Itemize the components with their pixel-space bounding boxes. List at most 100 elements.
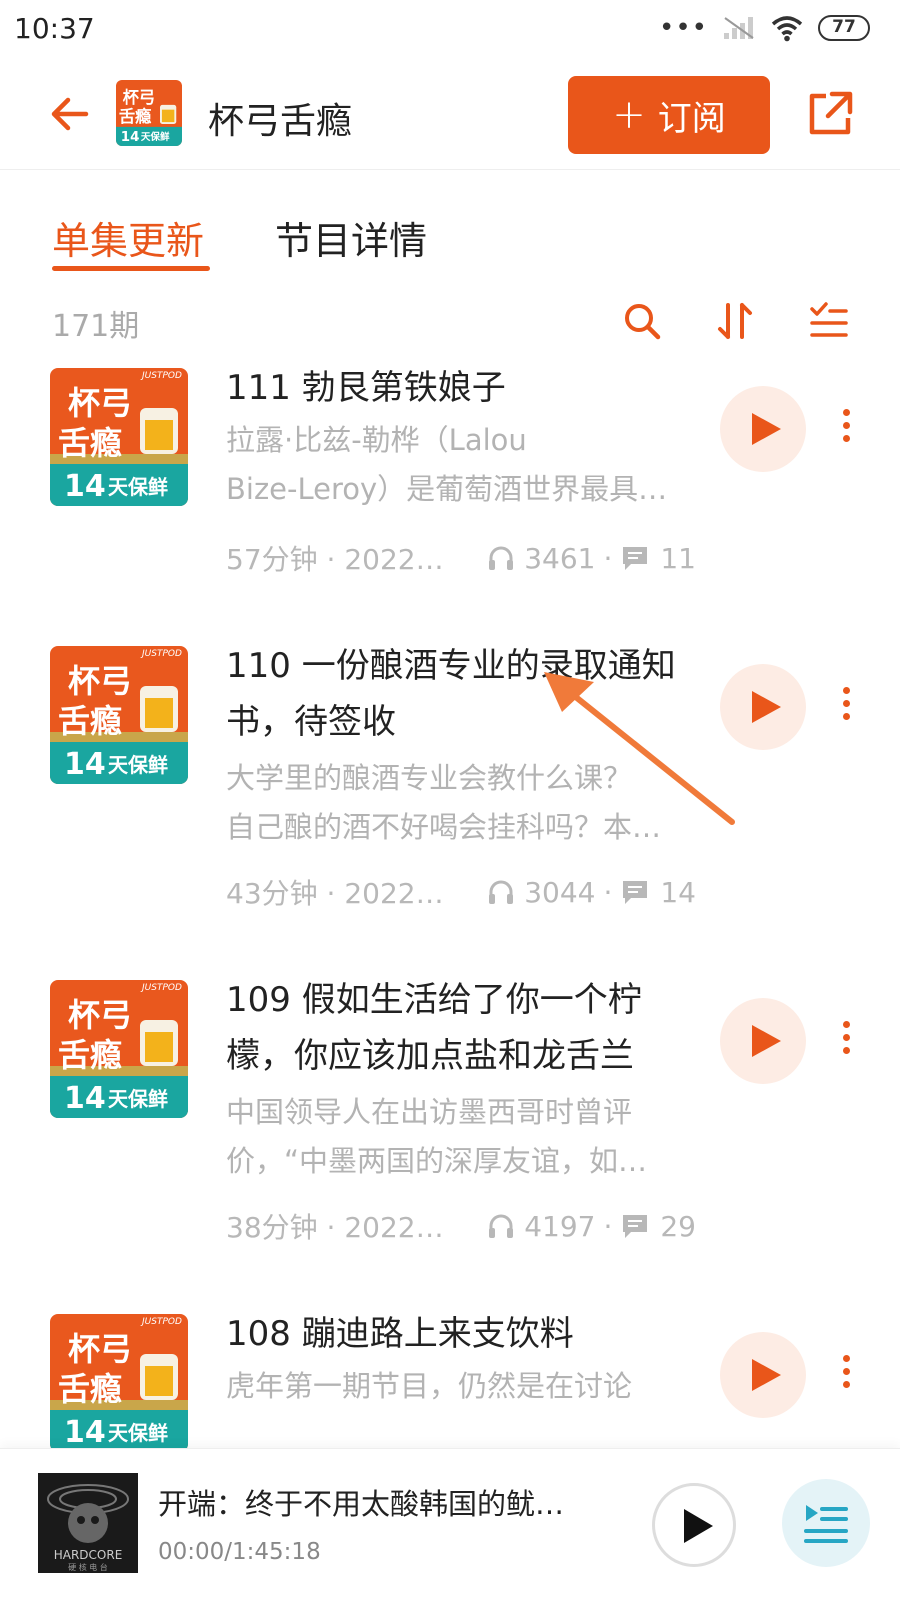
episode-cover: JUSTPOD 杯弓 舌瘾 14 天保鲜 (50, 980, 188, 1118)
episode-item[interactable]: JUSTPOD 杯弓 舌瘾 14 天保鲜 110 一份酿酒专业的录取通知书，待签… (0, 638, 900, 928)
more-options-icon[interactable] (836, 404, 856, 454)
share-icon[interactable] (804, 88, 856, 140)
episode-cover: JUSTPOD 杯弓 舌瘾 14 天保鲜 (50, 646, 188, 784)
subscribe-label: 订阅 (657, 98, 726, 139)
mini-player-play-button[interactable] (652, 1483, 736, 1567)
headphones-icon (489, 880, 514, 904)
more-options-icon[interactable] (836, 682, 856, 732)
description-line: Bize-Leroy）是葡萄酒世界最具… (226, 472, 668, 506)
notification-dots: ••• (658, 13, 708, 43)
cellular-signal-icon (724, 17, 754, 39)
episode-cover: JUSTPOD 杯弓 舌瘾 14 天保鲜 (50, 1314, 188, 1448)
play-icon (752, 691, 781, 723)
svg-text:14: 14 (64, 1081, 106, 1116)
svg-text:舌瘾: 舌瘾 (58, 1370, 122, 1408)
search-icon[interactable] (620, 299, 664, 343)
svg-text:HARDCORE: HARDCORE (54, 1548, 123, 1562)
more-options-icon[interactable] (836, 1016, 856, 1066)
duration-date: 38分钟 · 2022/0… (226, 1211, 451, 1244)
comment-icon (623, 547, 648, 570)
svg-text:舌瘾: 舌瘾 (58, 424, 122, 462)
play-button[interactable] (720, 386, 806, 472)
mini-player[interactable]: HARDCORE 硬 核 电 台 开端：终于不用太酸韩国的鱿… 00:00/1:… (0, 1448, 900, 1600)
back-arrow-icon[interactable] (46, 90, 94, 138)
podcast-cover-thumbnail: 杯弓 舌瘾 14 天保鲜 (116, 80, 182, 146)
duration-date: 43分钟 · 2022/0… (226, 877, 451, 910)
comment-count: 14 (660, 875, 696, 909)
now-playing-cover: HARDCORE 硬 核 电 台 (38, 1473, 138, 1573)
play-icon (752, 1025, 781, 1057)
play-button[interactable] (720, 1332, 806, 1418)
svg-text:杯弓: 杯弓 (68, 996, 132, 1034)
svg-text:JUSTPOD: JUSTPOD (140, 983, 182, 993)
svg-text:天保鲜: 天保鲜 (108, 1421, 168, 1445)
play-icon (752, 413, 781, 445)
play-icon (684, 1509, 713, 1543)
svg-text:杯弓: 杯弓 (68, 384, 132, 422)
svg-text:天保鲜: 天保鲜 (108, 1087, 168, 1111)
playlist-button[interactable] (782, 1479, 870, 1567)
duration-date: 57分钟 · 2022/0… (226, 543, 451, 576)
svg-text:杯弓: 杯弓 (68, 662, 132, 700)
svg-text:舌瘾: 舌瘾 (119, 107, 152, 126)
svg-text:14: 14 (64, 747, 106, 782)
svg-text:天保鲜: 天保鲜 (141, 131, 170, 143)
playlist-icon (804, 1505, 848, 1543)
podcast-title: 杯弓舌瘾 (208, 101, 353, 142)
play-icon (752, 1359, 781, 1391)
tab-episodes[interactable]: 单集更新 (52, 210, 204, 265)
play-count: 3461 (524, 541, 596, 575)
description-line: 虎年第一期节目，仍然是在讨论 (226, 1369, 633, 1403)
comment-count: 11 (660, 541, 696, 575)
episode-meta: 43分钟 · 2022/0… 3044 · 14 (226, 872, 696, 912)
episode-description: 大学里的酿酒专业会教什么课？ 自己酿的酒不好喝会挂科吗？本… (226, 754, 686, 852)
comment-icon (623, 881, 648, 904)
tab-details[interactable]: 节目详情 (275, 210, 427, 265)
sort-icon[interactable] (714, 299, 758, 343)
description-line: 价，“中墨两国的深厚友谊，如… (226, 1144, 648, 1178)
list-toolbar: 171期 (0, 295, 900, 355)
episode-title: 109 假如生活给了你一个柠檬，你应该加点盐和龙舌兰 (226, 980, 642, 1076)
svg-text:14: 14 (64, 1415, 106, 1448)
headphones-icon (489, 546, 514, 570)
comment-icon (623, 1215, 648, 1238)
svg-text:舌瘾: 舌瘾 (58, 702, 122, 740)
play-button[interactable] (720, 664, 806, 750)
batch-select-icon[interactable] (806, 299, 850, 343)
episode-cover: JUSTPOD 杯弓 舌瘾 14 天保鲜 (50, 368, 188, 506)
comment-count: 29 (660, 1209, 696, 1243)
episode-description: 虎年第一期节目，仍然是在讨论 (226, 1362, 686, 1411)
svg-text:14: 14 (121, 130, 140, 145)
status-time: 10:37 (14, 12, 95, 45)
subscribe-button[interactable]: + 订阅 (568, 76, 770, 154)
more-options-icon[interactable] (836, 1350, 856, 1400)
playback-time: 00:00/1:45:18 (158, 1539, 321, 1565)
svg-text:杯弓: 杯弓 (123, 88, 156, 107)
svg-text:天保鲜: 天保鲜 (108, 753, 168, 777)
episode-title: 111 勃艮第铁娘子 (226, 368, 506, 408)
episode-item[interactable]: JUSTPOD 杯弓 舌瘾 14 天保鲜 108 蹦迪路上来支饮料 虎年第一期节… (0, 1306, 900, 1448)
description-line: 中国领导人在出访墨西哥时曾评 (226, 1095, 633, 1129)
episode-description: 中国领导人在出访墨西哥时曾评 价，“中墨两国的深厚友谊，如… (226, 1088, 686, 1186)
header-bar: 杯弓 舌瘾 14 天保鲜 杯弓舌瘾 + 订阅 (0, 62, 900, 170)
svg-text:JUSTPOD: JUSTPOD (140, 1317, 182, 1327)
episode-item[interactable]: JUSTPOD 杯弓 舌瘾 14 天保鲜 109 假如生活给了你一个柠檬，你应该… (0, 972, 900, 1262)
wifi-icon (771, 16, 803, 42)
now-playing-title: 开端：终于不用太酸韩国的鱿… (158, 1487, 565, 1521)
episode-meta: 38分钟 · 2022/0… 4197 · 29 (226, 1206, 696, 1246)
svg-text:JUSTPOD: JUSTPOD (140, 371, 182, 381)
episode-title: 108 蹦迪路上来支饮料 (226, 1314, 574, 1354)
svg-text:舌瘾: 舌瘾 (58, 1036, 122, 1074)
episode-description: 拉露·比兹-勒桦（Lalou Bize-Leroy）是葡萄酒世界最具… (226, 416, 686, 514)
description-line: 大学里的酿酒专业会教什么课？ (226, 761, 633, 795)
episode-meta: 57分钟 · 2022/0… 3461 · 11 (226, 538, 696, 578)
episode-item[interactable]: JUSTPOD 杯弓 舌瘾 14 天保鲜 111 勃艮第铁娘子 拉露·比兹-勒桦… (0, 360, 900, 610)
svg-text:硬 核 电 台: 硬 核 电 台 (68, 1562, 108, 1572)
svg-text:JUSTPOD: JUSTPOD (140, 649, 182, 659)
play-count: 4197 (524, 1209, 596, 1243)
play-button[interactable] (720, 998, 806, 1084)
svg-text:杯弓: 杯弓 (68, 1330, 132, 1368)
svg-text:天保鲜: 天保鲜 (108, 475, 168, 499)
description-line: 拉露·比兹-勒桦（Lalou (226, 423, 527, 457)
headphones-icon (489, 1214, 514, 1238)
